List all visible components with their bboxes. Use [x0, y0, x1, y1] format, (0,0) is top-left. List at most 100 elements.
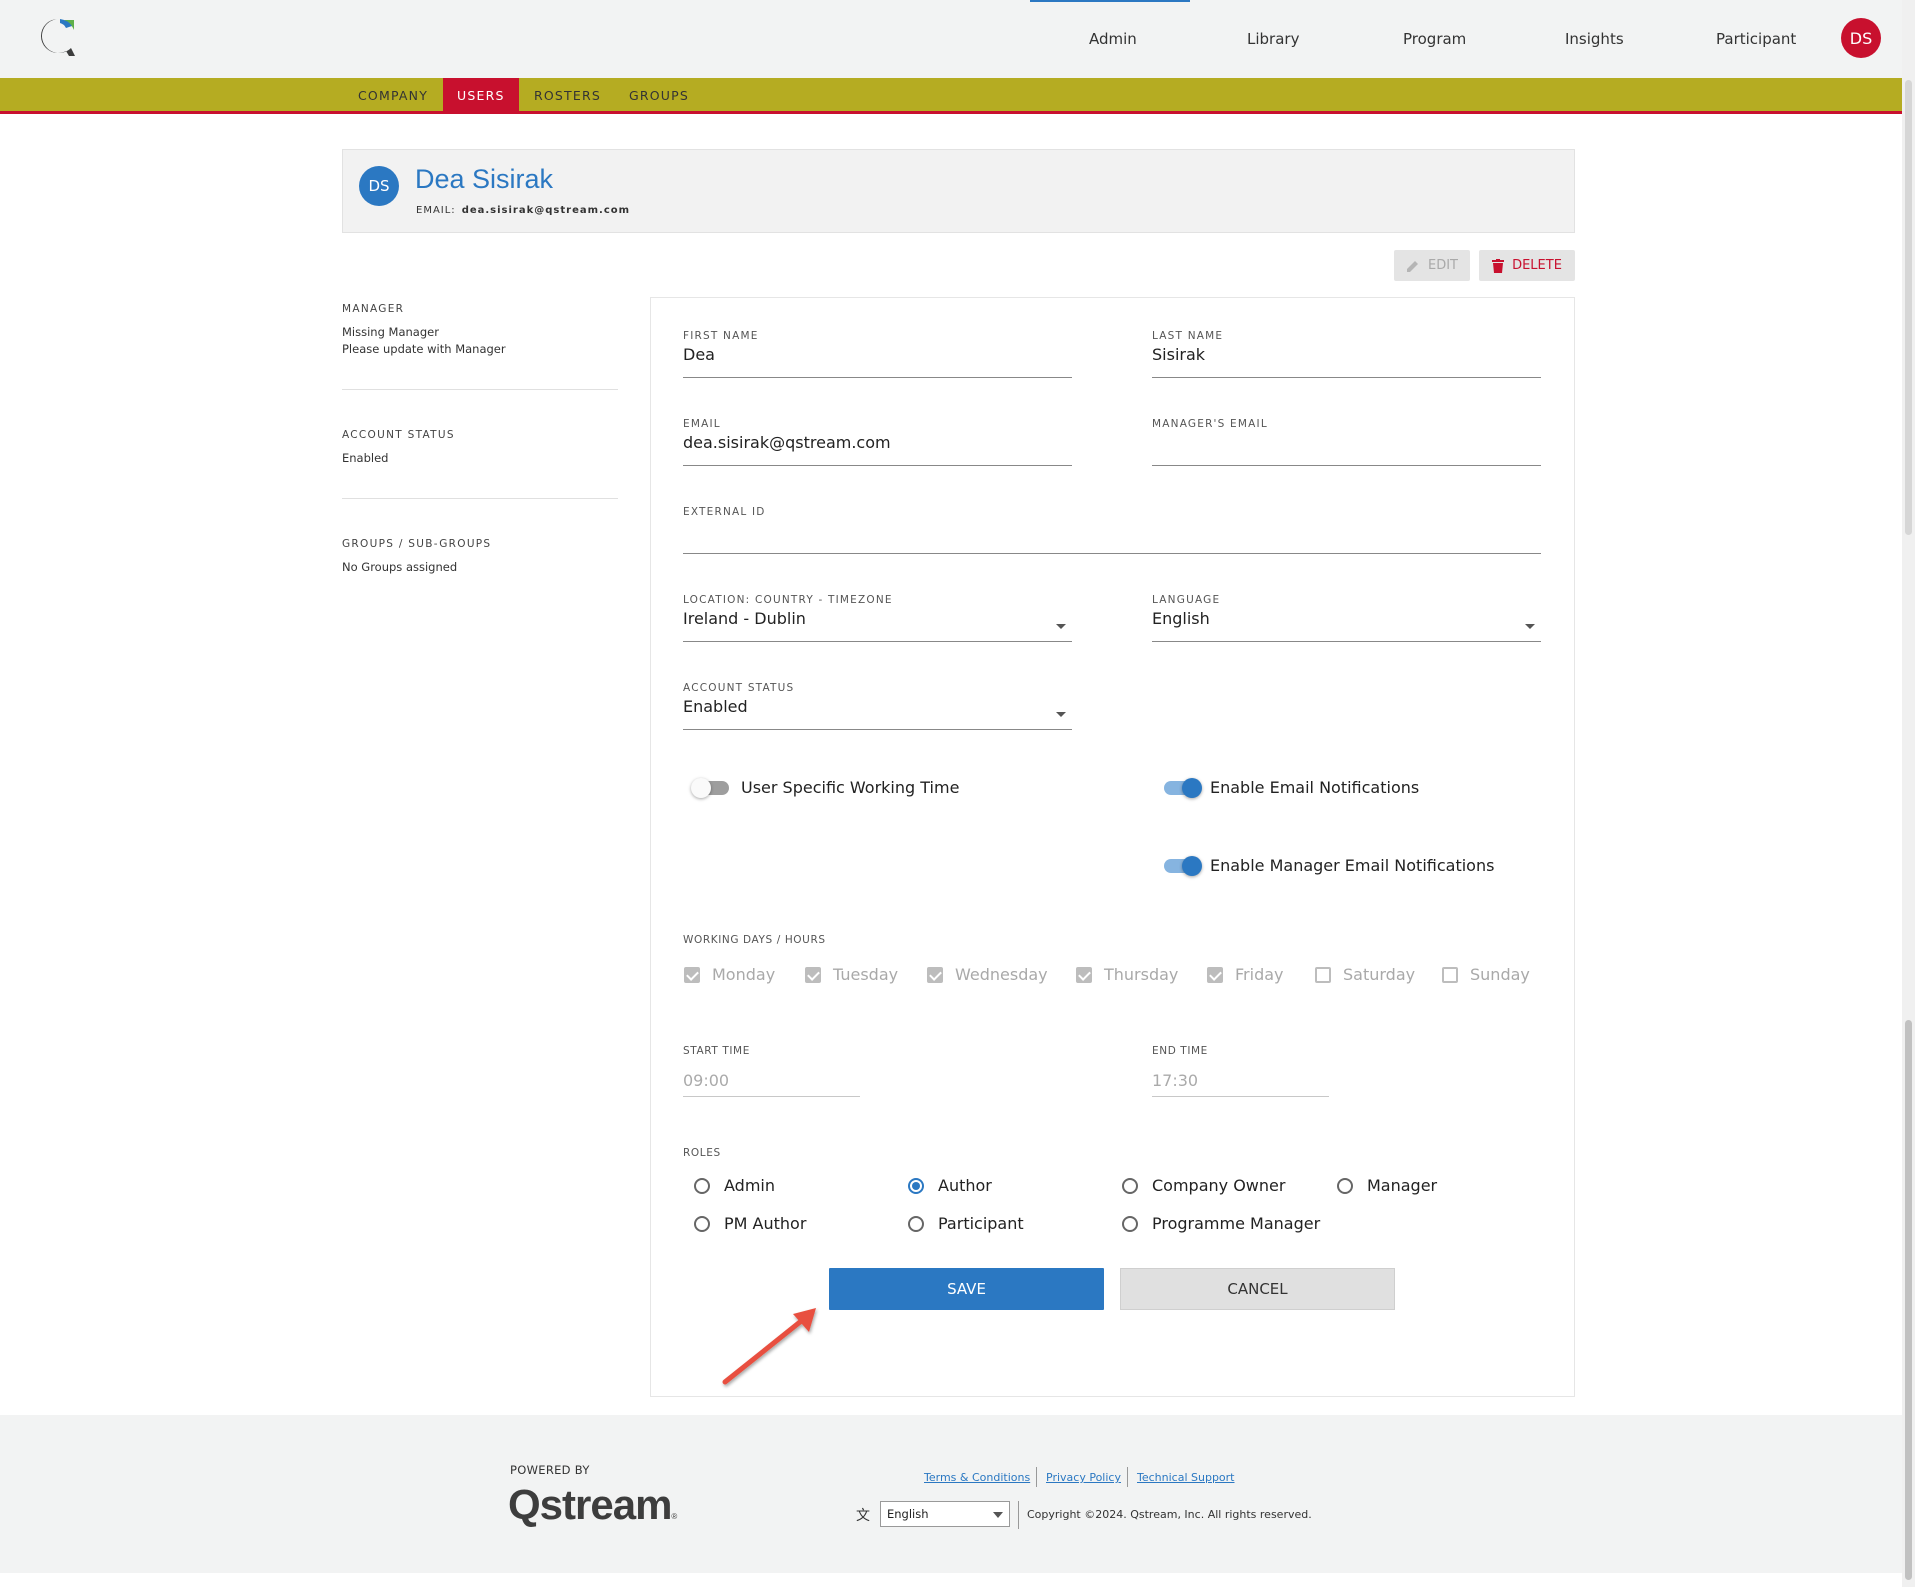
role-label: Manager — [1367, 1176, 1438, 1195]
sidebar-divider — [342, 498, 618, 499]
day-saturday[interactable]: Saturday — [1315, 965, 1415, 984]
powered-by-label: POWERED BY — [510, 1463, 590, 1477]
end-time-field[interactable]: END TIME 17:30 — [1152, 1045, 1329, 1097]
tab-rosters[interactable]: ROSTERS — [520, 78, 615, 114]
toggle-knob — [1182, 856, 1202, 876]
scrollbar-thumb[interactable] — [1905, 1020, 1912, 1580]
day-label: Saturday — [1343, 965, 1416, 984]
sidebar-divider — [342, 389, 618, 390]
chevron-down-icon[interactable] — [1056, 712, 1066, 717]
location-select[interactable]: LOCATION: COUNTRY - TIMEZONE Ireland - D… — [683, 594, 1072, 642]
first-name-label: FIRST NAME — [683, 330, 759, 342]
start-time-value[interactable]: 09:00 — [683, 1071, 729, 1090]
field-underline — [683, 553, 1541, 554]
nav-participant[interactable]: Participant — [1716, 30, 1796, 48]
radio-icon[interactable] — [1122, 1177, 1138, 1194]
checkbox-icon[interactable] — [927, 966, 943, 983]
user-header-card: DS Dea Sisirak EMAIL: dea.sisirak@qstream… — [342, 149, 1575, 233]
role-programme-manager[interactable]: Programme Manager — [1122, 1214, 1320, 1233]
delete-button[interactable]: DELETE — [1479, 250, 1575, 281]
last-name-label: LAST NAME — [1152, 330, 1224, 342]
email-value[interactable]: dea.sisirak@qstream.com — [683, 433, 891, 452]
account-status-field-label: ACCOUNT STATUS — [683, 682, 795, 694]
edit-button[interactable]: EDIT — [1394, 250, 1470, 281]
checkbox-icon[interactable] — [1076, 966, 1092, 983]
end-time-value[interactable]: 17:30 — [1152, 1071, 1198, 1090]
radio-icon[interactable] — [1337, 1177, 1353, 1194]
field-underline — [1152, 641, 1541, 642]
role-label: Company Owner — [1152, 1176, 1286, 1195]
checkbox-icon[interactable] — [1442, 966, 1458, 983]
nav-library[interactable]: Library — [1247, 30, 1299, 48]
radio-icon[interactable] — [694, 1215, 710, 1232]
radio-icon[interactable] — [694, 1177, 710, 1194]
support-link[interactable]: Technical Support — [1137, 1471, 1235, 1484]
user-avatar[interactable]: DS — [1841, 18, 1881, 58]
terms-link[interactable]: Terms & Conditions — [924, 1471, 1030, 1484]
footer-separator — [1018, 1501, 1019, 1529]
tab-company[interactable]: COMPANY — [344, 78, 442, 114]
working-time-toggle[interactable] — [691, 778, 729, 798]
email-field[interactable]: EMAIL dea.sisirak@qstream.com — [683, 418, 1072, 466]
day-sunday[interactable]: Sunday — [1442, 965, 1530, 984]
day-label: Wednesday — [955, 965, 1048, 984]
save-button[interactable]: SAVE — [829, 1268, 1104, 1310]
toggle-knob — [1182, 778, 1202, 798]
first-name-value[interactable]: Dea — [683, 345, 715, 364]
tab-users[interactable]: USERS — [443, 78, 519, 114]
manager-email-notifications-toggle[interactable] — [1164, 856, 1202, 876]
start-time-field[interactable]: START TIME 09:00 — [683, 1045, 860, 1097]
cancel-button[interactable]: CANCEL — [1120, 1268, 1395, 1310]
footer-language-select[interactable]: English — [880, 1501, 1010, 1527]
manager-label: MANAGER — [342, 303, 405, 315]
radio-icon[interactable] — [908, 1177, 924, 1194]
role-company-owner[interactable]: Company Owner — [1122, 1176, 1285, 1195]
account-status-select[interactable]: ACCOUNT STATUS Enabled — [683, 682, 1072, 730]
pencil-icon — [1407, 260, 1418, 272]
working-days-label: WORKING DAYS / HOURS — [683, 934, 826, 946]
day-tuesday[interactable]: Tuesday — [805, 965, 898, 984]
day-label: Friday — [1235, 965, 1284, 984]
manager-section: MANAGER Missing Manager Please update wi… — [342, 303, 618, 358]
role-label: Author — [938, 1176, 992, 1195]
external-id-field[interactable]: EXTERNAL ID — [683, 506, 1541, 554]
nav-program[interactable]: Program — [1403, 30, 1466, 48]
checkbox-icon[interactable] — [1207, 966, 1223, 983]
field-underline — [683, 1096, 860, 1097]
language-select[interactable]: LANGUAGE English — [1152, 594, 1541, 642]
day-wednesday[interactable]: Wednesday — [927, 965, 1048, 984]
manager-hint-text: Please update with Manager — [342, 342, 506, 356]
day-thursday[interactable]: Thursday — [1076, 965, 1178, 984]
scrollbar-track-highlight — [1905, 80, 1912, 535]
nav-admin[interactable]: Admin — [1089, 30, 1137, 48]
checkbox-icon[interactable] — [805, 966, 821, 983]
qstream-logo-icon[interactable] — [38, 16, 78, 60]
account-status-value: Enabled — [342, 451, 389, 465]
role-participant[interactable]: Participant — [908, 1214, 1024, 1233]
manager-email-field[interactable]: MANAGER'S EMAIL — [1152, 418, 1541, 466]
day-monday[interactable]: Monday — [684, 965, 775, 984]
email-notifications-toggle[interactable] — [1164, 778, 1202, 798]
day-friday[interactable]: Friday — [1207, 965, 1284, 984]
privacy-link[interactable]: Privacy Policy — [1046, 1471, 1121, 1484]
top-navbar: Admin Library Program Insights Participa… — [0, 0, 1902, 78]
last-name-value[interactable]: Sisirak — [1152, 345, 1205, 364]
nav-insights[interactable]: Insights — [1565, 30, 1624, 48]
toggle-knob — [691, 778, 711, 798]
chevron-down-icon[interactable] — [1525, 624, 1535, 629]
user-email-row: EMAIL: dea.sisirak@qstream.com — [416, 205, 630, 216]
role-admin[interactable]: Admin — [694, 1176, 775, 1195]
chevron-down-icon[interactable] — [1056, 624, 1066, 629]
radio-icon[interactable] — [1122, 1215, 1138, 1232]
role-pm-author[interactable]: PM Author — [694, 1214, 806, 1233]
first-name-field[interactable]: FIRST NAME Dea — [683, 330, 1072, 378]
role-author[interactable]: Author — [908, 1176, 992, 1195]
field-underline — [683, 377, 1072, 378]
tab-groups[interactable]: GROUPS — [615, 78, 703, 114]
role-manager[interactable]: Manager — [1337, 1176, 1437, 1195]
checkbox-icon[interactable] — [684, 966, 700, 983]
user-email-label: EMAIL: — [416, 205, 456, 216]
radio-icon[interactable] — [908, 1215, 924, 1232]
checkbox-icon[interactable] — [1315, 966, 1331, 983]
last-name-field[interactable]: LAST NAME Sisirak — [1152, 330, 1541, 378]
